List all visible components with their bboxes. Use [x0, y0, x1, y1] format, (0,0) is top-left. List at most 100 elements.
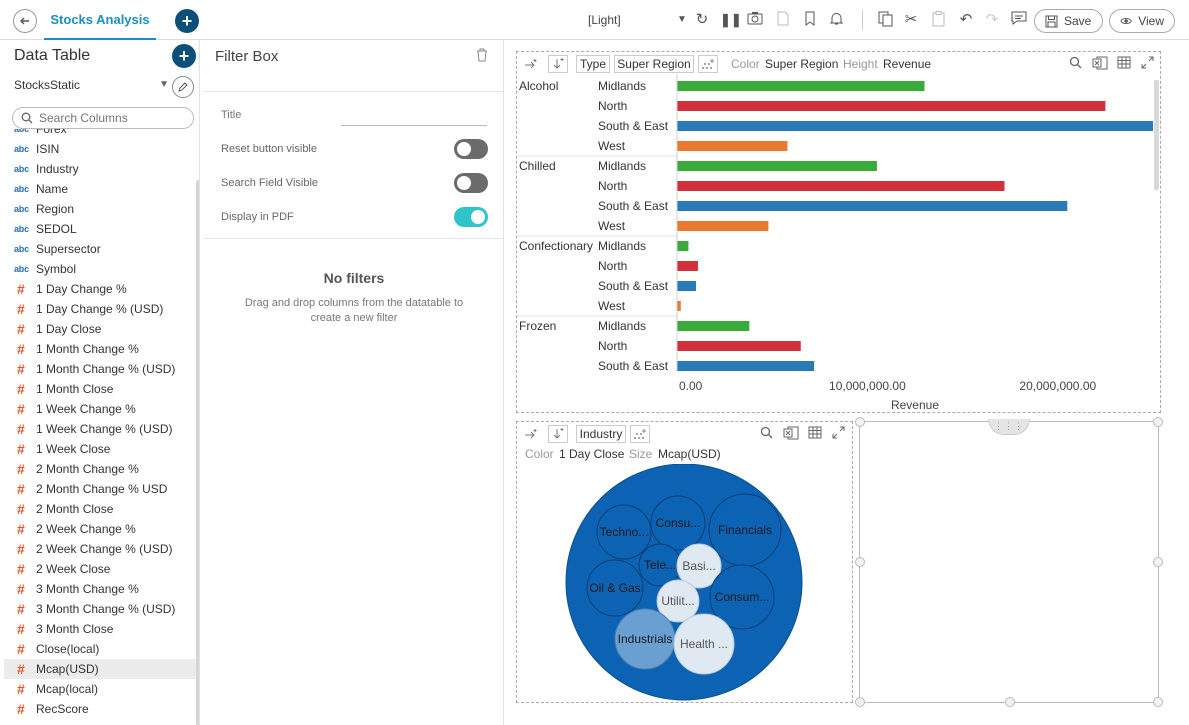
resize-handle[interactable] [1153, 557, 1163, 567]
columns-scrollbar[interactable] [196, 180, 199, 725]
datatable-select[interactable]: StocksStatic ▼ [14, 78, 169, 96]
resize-handle[interactable] [855, 417, 865, 427]
resize-handle[interactable] [1005, 697, 1015, 707]
column-name: 1 Month Change % [36, 342, 139, 356]
chart-scrollbar[interactable] [1154, 80, 1159, 190]
bell-icon[interactable] [827, 11, 845, 29]
column-item[interactable]: abc Name [14, 179, 196, 199]
snapshot-icon[interactable] [746, 11, 764, 29]
column-item[interactable]: #1 Week Change % (USD) [14, 419, 196, 439]
maximize-icon[interactable] [1141, 56, 1154, 72]
resize-handle[interactable] [1153, 417, 1163, 427]
table-view-icon[interactable] [1117, 56, 1131, 72]
column-item[interactable]: #1 Month Change % (USD) [14, 359, 196, 379]
back-button[interactable] [13, 9, 37, 33]
redo-icon[interactable]: ↷ [983, 11, 1001, 29]
table-view-icon[interactable] [808, 426, 822, 442]
sort-vertical-button[interactable] [548, 425, 568, 443]
column-item[interactable]: #2 Month Change % USD [14, 479, 196, 499]
tab-stocks-analysis[interactable]: Stocks Analysis [44, 0, 156, 40]
column-item[interactable]: #1 Month Change % [14, 339, 196, 359]
column-item[interactable]: #2 Month Change % [14, 459, 196, 479]
maximize-icon[interactable] [832, 426, 845, 442]
comment-icon[interactable] [1010, 11, 1028, 29]
column-item[interactable]: #2 Week Change % [14, 519, 196, 539]
view-button[interactable]: View [1109, 9, 1175, 33]
column-item[interactable]: # Mcap(USD) [4, 659, 196, 679]
number-type-icon: # [17, 301, 25, 317]
pause-icon[interactable]: ❚❚ [720, 11, 742, 29]
column-item[interactable]: abc ISIN [14, 139, 196, 159]
column-item[interactable]: #2 Week Close [14, 559, 196, 579]
column-item[interactable]: #1 Month Close [14, 379, 196, 399]
column-item[interactable]: # RecScore [14, 699, 196, 719]
toggle-switch[interactable] [454, 139, 488, 159]
add-datatable-button[interactable]: + [172, 44, 196, 68]
breakdown-button[interactable] [630, 425, 650, 443]
column-item[interactable]: #2 Month Close [14, 499, 196, 519]
group-label: Alcohol [519, 79, 558, 93]
column-item[interactable]: abc Region [14, 199, 196, 219]
resize-handle[interactable] [1153, 697, 1163, 707]
theme-dropdown-icon[interactable]: ▼ [673, 11, 691, 29]
column-item[interactable]: # Mcap(local) [14, 679, 196, 699]
excel-export-icon[interactable] [783, 426, 799, 443]
color-value[interactable]: 1 Day Close [559, 447, 624, 461]
column-item[interactable]: #2 Week Change % (USD) [14, 539, 196, 559]
resize-handle[interactable] [855, 697, 865, 707]
column-item[interactable]: abc Forex [14, 129, 196, 139]
column-item[interactable]: #3 Month Change % (USD) [14, 599, 196, 619]
toggle-switch[interactable] [454, 173, 488, 193]
drag-handle[interactable]: ⋮⋮⋮ [988, 419, 1030, 435]
text-type-icon: abc [14, 204, 29, 214]
sort-horizontal-button[interactable] [521, 425, 541, 443]
undo-icon[interactable]: ↶ [957, 11, 975, 29]
trash-icon[interactable] [476, 48, 488, 65]
copy-icon[interactable] [876, 11, 894, 29]
column-item[interactable]: #1 Day Change % (USD) [14, 299, 196, 319]
resize-handle[interactable] [855, 557, 865, 567]
column-item[interactable]: abc Supersector [14, 239, 196, 259]
excel-export-icon[interactable] [1092, 56, 1108, 73]
color-value[interactable]: Super Region [765, 57, 838, 71]
column-item[interactable]: abc SEDOL [14, 219, 196, 239]
bubble-chart-visualization[interactable]: Industry Color 1 Day Close Size Mcap(USD… [516, 421, 853, 703]
number-type-icon: # [17, 341, 25, 357]
scissors-icon[interactable]: ✂ [902, 11, 920, 29]
search-icon[interactable] [1069, 56, 1082, 72]
bar-chart-visualization[interactable]: Type Super Region Color Super Region Hei… [516, 51, 1161, 413]
breakdown-button[interactable] [698, 55, 718, 73]
search-columns-box[interactable] [12, 107, 194, 129]
setting-label: Search Field Visible [221, 177, 319, 189]
title-field[interactable] [341, 110, 487, 126]
column-item[interactable]: # Close(local) [14, 639, 196, 659]
column-item[interactable]: #1 Week Change % [14, 399, 196, 419]
height-value[interactable]: Revenue [883, 57, 931, 71]
column-item[interactable]: abc Symbol [14, 259, 196, 279]
sort-vertical-button[interactable] [548, 55, 568, 73]
column-name: RecScore [36, 702, 89, 716]
column-item[interactable]: abc Industry [14, 159, 196, 179]
column-item[interactable]: #1 Day Close [14, 319, 196, 339]
add-dashboard-button[interactable]: + [175, 9, 199, 33]
sort-horizontal-button[interactable] [521, 55, 541, 73]
column-item[interactable]: #3 Month Close [14, 619, 196, 639]
empty-visualization-placeholder[interactable]: ⋮⋮⋮ [855, 417, 1163, 707]
column-item[interactable]: #1 Week Close [14, 439, 196, 459]
type-value-chip[interactable]: Super Region [614, 55, 694, 73]
type-value-chip[interactable]: Industry [576, 425, 626, 443]
edit-datatable-button[interactable] [172, 76, 194, 98]
bubble-label: Utilit... [661, 594, 694, 608]
search-icon[interactable] [760, 426, 773, 442]
column-item[interactable]: #1 Day Change % [14, 279, 196, 299]
x-tick-label: 10,000,000.00 [829, 379, 906, 393]
size-value[interactable]: Mcap(USD) [658, 447, 721, 461]
search-input[interactable] [39, 110, 189, 126]
save-button[interactable]: Save [1034, 9, 1103, 33]
column-item[interactable]: #3 Month Change % [14, 579, 196, 599]
paste-icon[interactable] [929, 11, 947, 29]
bookmark-icon[interactable] [801, 11, 819, 29]
pdf-icon[interactable] [774, 11, 792, 29]
toggle-switch[interactable] [454, 207, 488, 227]
refresh-icon[interactable]: ↻ [693, 11, 711, 29]
